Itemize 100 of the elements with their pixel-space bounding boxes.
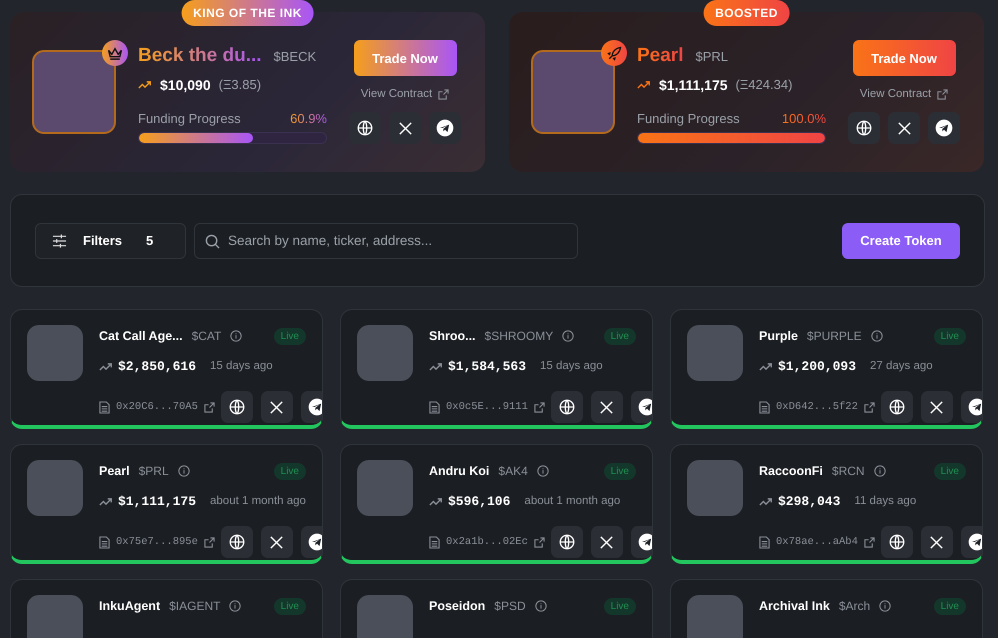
trend-icon [138, 80, 152, 89]
token-name: Cat Call Age... [99, 329, 183, 343]
avatar-photo-placeholder [687, 460, 743, 516]
token-card[interactable]: InkuAgent $IAGENT Live [10, 579, 323, 638]
avatar-photo-placeholder [27, 595, 83, 638]
sliders-icon [52, 234, 67, 248]
x-button[interactable] [260, 526, 293, 558]
trend-icon [429, 496, 443, 506]
token-card[interactable]: Archival Ink $Arch Live [670, 579, 983, 638]
market-cap: $1,111,175 [659, 76, 728, 92]
x-button[interactable] [260, 391, 293, 423]
avatar-photo-placeholder [357, 460, 413, 516]
view-contract-link[interactable]: View Contract [860, 88, 948, 100]
website-button[interactable] [848, 112, 880, 144]
x-button[interactable] [888, 112, 920, 144]
avatar-photo-placeholder [27, 460, 83, 516]
trend-icon [637, 80, 651, 89]
info-icon [879, 600, 892, 612]
live-badge: Live [274, 462, 306, 480]
external-link-icon [438, 88, 450, 100]
featured-badge: KING OF THE INK [181, 0, 314, 26]
x-button[interactable] [590, 391, 623, 423]
trend-icon [99, 496, 113, 506]
token-card[interactable]: Pearl $PRL Live $1,111,175 about 1 month ago 0x75e7...895e [10, 444, 323, 564]
avatar-photo-placeholder [27, 325, 83, 381]
market-cap: $298,043 [778, 494, 840, 508]
x-button[interactable] [920, 391, 953, 423]
globe-icon [558, 398, 576, 416]
token-ticker: $CAT [192, 329, 222, 343]
token-card[interactable]: Purple $PURPLE Live $1,200,093 27 days ago 0xD642...5f22 [670, 309, 983, 429]
live-badge: Live [604, 328, 636, 344]
globe-icon [228, 398, 246, 416]
document-icon [99, 536, 110, 548]
market-cap: $1,584,563 [448, 358, 526, 374]
globe-icon [228, 533, 246, 551]
rocket-icon [606, 46, 622, 60]
token-ticker: $RCN [832, 464, 865, 478]
view-contract-link[interactable]: View Contract [360, 88, 450, 100]
x-logo-icon [396, 120, 414, 136]
document-icon [759, 400, 770, 414]
website-button[interactable] [880, 526, 913, 558]
live-badge: Live [604, 598, 636, 614]
info-icon [874, 465, 886, 477]
created-age: about 1 month ago [210, 495, 306, 507]
avatar-photo-placeholder [357, 595, 413, 638]
token-card[interactable]: RaccoonFi $RCN Live $298,043 11 days ago 0x78ae...aAb4 [670, 444, 983, 564]
info-icon [178, 465, 190, 477]
info-icon [562, 330, 574, 342]
telegram-icon [306, 532, 322, 552]
token-ticker: $BECK [274, 48, 316, 64]
telegram-icon [306, 397, 322, 417]
website-button[interactable] [220, 526, 253, 558]
x-button[interactable] [920, 526, 953, 558]
created-age: 27 days ago [870, 360, 933, 372]
x-logo-icon [598, 398, 616, 416]
website-button[interactable] [349, 112, 381, 144]
telegram-button[interactable] [928, 112, 960, 144]
market-cap: $1,111,175 [118, 494, 196, 508]
token-ticker: $Arch [838, 599, 870, 613]
market-cap: $2,850,616 [118, 358, 196, 374]
x-logo-icon [268, 534, 286, 550]
token-ticker: $SHROOMY [484, 329, 554, 343]
website-button[interactable] [220, 391, 253, 423]
token-card[interactable]: Cat Call Age... $CAT Live $2,850,616 15 days ago 0x20C6...70A5 [10, 309, 323, 429]
globe-icon [855, 119, 873, 137]
telegram-icon [966, 532, 982, 552]
trend-icon [429, 362, 443, 370]
website-button[interactable] [880, 391, 913, 423]
create-token-button[interactable]: Create Token [842, 222, 960, 258]
token-ticker: $IAGENT [169, 599, 220, 613]
filters-button[interactable]: Filters 5 [35, 222, 186, 258]
avatar-photo-placeholder [687, 325, 743, 381]
globe-icon [558, 533, 576, 551]
live-badge: Live [934, 462, 966, 480]
token-card[interactable]: Andru Koi $AK4 Live $596,106 about 1 month ago 0x2a1b...02Ec [340, 444, 653, 564]
search-field[interactable]: Search by name, ticker, address... [194, 222, 578, 258]
contract-address: 0x78ae...aAb4 [776, 536, 858, 548]
live-badge: Live [934, 328, 966, 344]
live-badge: Live [934, 598, 966, 614]
market-cap: $1,200,093 [778, 358, 856, 374]
info-icon [534, 600, 547, 612]
token-name: Shroo... [429, 329, 476, 343]
website-button[interactable] [550, 526, 583, 558]
website-button[interactable] [550, 391, 583, 423]
x-button[interactable] [590, 526, 623, 558]
info-icon [229, 600, 242, 612]
telegram-button[interactable] [429, 112, 461, 144]
created-age: 15 days ago [210, 360, 273, 372]
market-cap: $10,090 [160, 76, 211, 92]
x-button[interactable] [389, 112, 421, 144]
globe-icon [356, 119, 374, 137]
token-card[interactable]: Shroo... $SHROOMY Live $1,584,563 15 days ago 0x0c5E...9111 [340, 309, 653, 429]
document-icon [429, 400, 440, 414]
created-age: 11 days ago [854, 495, 916, 507]
token-name: RaccoonFi [759, 464, 823, 478]
live-badge: Live [604, 462, 636, 480]
funding-percent: 60.9% [290, 110, 327, 126]
token-card[interactable]: Poseidon $PSD Live [340, 579, 653, 638]
funding-label: Funding Progress [138, 110, 241, 126]
telegram-icon [966, 397, 982, 417]
